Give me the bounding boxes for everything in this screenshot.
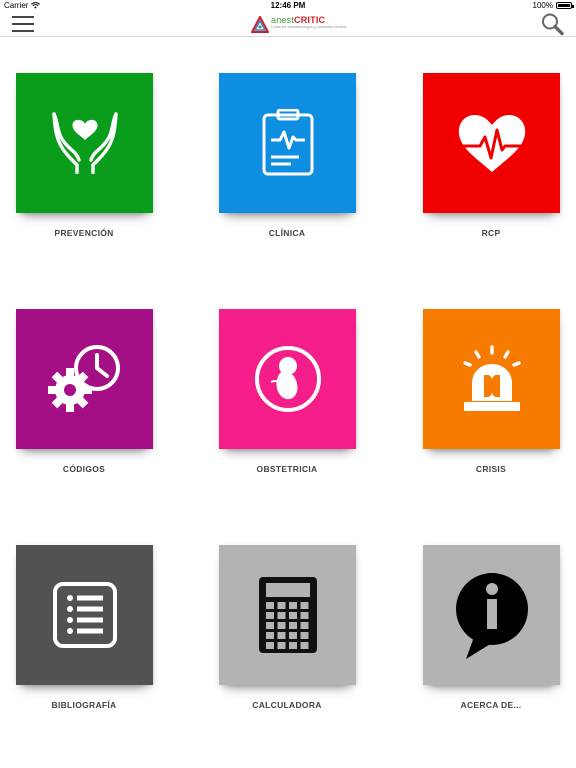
battery-icon <box>556 2 574 9</box>
status-time: 12:46 PM <box>270 1 306 10</box>
calculator-key <box>300 632 308 639</box>
tile-label: CRISIS <box>475 464 507 474</box>
calculator-key <box>288 622 297 629</box>
status-bar: Carrier 12:46 PM 100% <box>0 0 576 12</box>
tile-label: BIBLIOGRAFÍA <box>51 700 117 710</box>
clipboard-ecg-icon <box>262 109 313 176</box>
calculator-key <box>288 602 297 609</box>
calculator-key <box>300 612 308 619</box>
tile-codigos[interactable] <box>16 309 153 449</box>
tile-label: CALCULADORA <box>252 700 322 710</box>
alarm-siren-icon <box>462 345 521 411</box>
calculator-key <box>300 642 308 649</box>
heart-hands-icon <box>51 112 118 174</box>
search-button[interactable] <box>540 12 566 36</box>
calculator-key <box>265 612 274 619</box>
calculator-key <box>265 622 274 629</box>
tile-label: RCP <box>481 228 501 238</box>
tile-rcp[interactable] <box>423 73 560 213</box>
logo-subtitle: Crisis en anestesiología y cuidados crít… <box>271 25 347 29</box>
calculator-key <box>288 612 297 619</box>
calculator-key <box>277 612 285 619</box>
calculator-key <box>277 632 285 639</box>
logo-triangle-icon <box>251 16 269 33</box>
calculator-key <box>265 632 274 639</box>
heart-pulse-icon <box>453 115 530 172</box>
gear-clock-icon <box>47 345 120 412</box>
calculator-key <box>265 642 274 649</box>
tile-clinica[interactable] <box>219 73 356 213</box>
menu-button[interactable] <box>12 14 34 32</box>
tile-label: CÓDIGOS <box>62 464 106 474</box>
logo-text: anestCRITIC <box>271 15 326 25</box>
tile-label: OBSTETRICIA <box>256 464 318 474</box>
status-right: 100% <box>532 1 574 10</box>
tile-label: PREVENCIÓN <box>54 228 114 238</box>
calculator-key <box>277 622 285 629</box>
calculator-key <box>300 602 308 609</box>
calculator-icon <box>258 577 317 653</box>
tile-label: CLÍNICA <box>268 228 306 238</box>
tile-crisis[interactable] <box>423 309 560 449</box>
list-document-icon <box>52 582 117 648</box>
tile-calculadora[interactable] <box>219 545 356 685</box>
info-bubble-icon <box>455 573 528 659</box>
calculator-key <box>277 642 285 649</box>
calculator-key <box>265 602 274 609</box>
nav-bar: anestCRITIC Crisis en anestesiología y c… <box>0 12 576 37</box>
calculator-key <box>288 632 297 639</box>
calculator-key <box>288 642 297 649</box>
battery-percent: 100% <box>532 1 553 10</box>
tile-prevencion[interactable] <box>16 73 153 213</box>
app-logo: anestCRITIC Crisis en anestesiología y c… <box>251 14 347 34</box>
tile-acerca-de[interactable] <box>423 545 560 685</box>
fetus-icon <box>254 346 321 412</box>
calculator-key <box>277 602 285 609</box>
tile-label: ACERCA DE... <box>460 700 522 710</box>
calculator-key <box>300 622 308 629</box>
tile-obstetricia[interactable] <box>219 309 356 449</box>
tile-bibliografia[interactable] <box>16 545 153 685</box>
search-icon <box>542 13 564 36</box>
